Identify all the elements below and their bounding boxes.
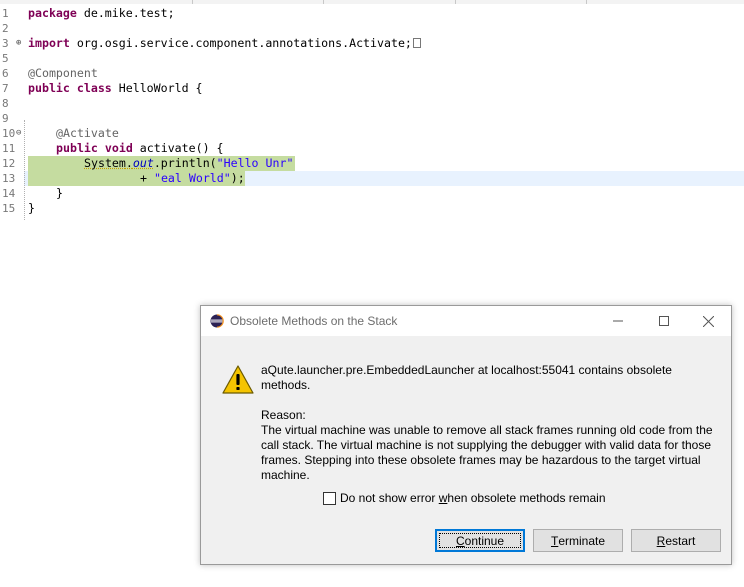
line-number: 12 xyxy=(2,157,16,170)
code-text: ); xyxy=(230,171,245,185)
line-number: 6 xyxy=(2,67,9,80)
annotation: @Activate xyxy=(56,126,119,140)
terminate-button[interactable]: Terminate xyxy=(533,529,623,552)
continue-button[interactable]: Continue xyxy=(435,529,525,552)
code-text: activate() { xyxy=(132,141,224,155)
keyword: class xyxy=(76,81,112,95)
line-number-text: 10 xyxy=(2,127,16,140)
button-mnemonic: T xyxy=(550,533,559,548)
tab-separator xyxy=(455,0,456,4)
keyword: import xyxy=(28,36,70,50)
code-line[interactable]: @Component xyxy=(28,66,98,81)
message-text: methods. xyxy=(261,378,311,392)
line-number: 13 xyxy=(2,172,16,185)
dont-show-again-label[interactable]: Do not show error when obsolete methods … xyxy=(340,491,606,506)
code-line[interactable]: System.out.println("Hello Unr" xyxy=(84,156,293,171)
code-text: } xyxy=(56,186,63,200)
button-label: erminate xyxy=(558,533,606,548)
editor-tab-strip xyxy=(0,0,744,4)
code-line[interactable]: @Activate xyxy=(56,126,119,141)
code-text: HelloWorld { xyxy=(111,81,203,95)
code-text: System xyxy=(84,156,126,170)
reason-text: frames. Stepping into these obsolete fra… xyxy=(261,453,701,467)
message-text: aQute.launcher.pre.EmbeddedLauncher at l… xyxy=(261,363,672,377)
line-number: 8 xyxy=(2,97,9,110)
obsolete-methods-dialog: Obsolete Methods on the Stack aQute.laun… xyxy=(200,305,732,565)
tab-separator xyxy=(586,0,587,4)
reason-label: Reason: xyxy=(261,408,306,422)
warning-icon xyxy=(222,365,254,394)
reason-text: call stack. The virtual machine is not s… xyxy=(261,438,712,452)
keyword: void xyxy=(104,141,133,155)
restart-button[interactable]: Restart xyxy=(631,529,721,552)
code-text: org.osgi.service.component.annotations.A… xyxy=(69,36,412,50)
reason-text: The virtual machine was unable to remove… xyxy=(261,423,713,437)
label-text: hen obsolete methods remain xyxy=(447,491,606,505)
string-literal: "Hello Unr" xyxy=(216,156,294,170)
line-number: 15 xyxy=(2,202,16,215)
code-line[interactable]: + "eal World"); xyxy=(140,171,245,186)
line-number: 5 xyxy=(2,52,9,65)
dont-show-again-option[interactable]: Do not show error when obsolete methods … xyxy=(323,491,606,506)
vertical-ruler xyxy=(24,120,25,220)
line-number: 9 xyxy=(2,112,9,125)
keyword: public xyxy=(28,81,70,95)
dont-show-again-checkbox[interactable] xyxy=(323,492,336,505)
code-text: de.mike.test; xyxy=(76,6,175,20)
dialog-titlebar[interactable]: Obsolete Methods on the Stack xyxy=(201,306,731,336)
code-line[interactable]: import org.osgi.service.component.annota… xyxy=(28,36,421,51)
minimize-icon[interactable] xyxy=(595,306,641,336)
tab-separator xyxy=(323,0,324,4)
line-number: 10 ⊖ xyxy=(2,126,24,141)
folded-imports-icon[interactable] xyxy=(412,38,421,48)
focus-ring xyxy=(439,533,521,548)
label-text: Do not show error xyxy=(340,491,439,505)
collapse-fold-icon[interactable]: ⊖ xyxy=(16,126,21,141)
reason-text: machine. xyxy=(261,468,310,482)
line-number: 2 xyxy=(2,22,9,35)
button-label: estart xyxy=(665,533,696,548)
line-number-text: 3 xyxy=(2,37,9,50)
code-line[interactable]: package de.mike.test; xyxy=(28,6,175,21)
code-line[interactable]: public void activate() { xyxy=(56,141,224,156)
code-text: .println( xyxy=(153,156,217,170)
code-line[interactable]: } xyxy=(56,186,63,201)
line-number: 14 xyxy=(2,187,16,200)
close-icon[interactable] xyxy=(685,306,731,336)
eclipse-icon xyxy=(210,314,224,328)
line-number: 1 xyxy=(2,7,9,20)
button-mnemonic: R xyxy=(656,533,666,548)
code-text: . xyxy=(125,156,133,170)
keyword: public xyxy=(56,141,98,155)
line-number-gutter: 1 2 3 ⊕ 5 6 7 8 9 10 ⊖ 11 12 13 14 15 xyxy=(0,0,24,220)
code-text: } xyxy=(28,201,35,215)
annotation: @Component xyxy=(28,66,98,80)
line-number: 3 ⊕ xyxy=(2,36,24,51)
code-line[interactable]: } xyxy=(28,201,35,216)
dialog-title: Obsolete Methods on the Stack xyxy=(230,314,398,328)
maximize-icon[interactable] xyxy=(641,306,687,336)
string-literal: "eal World" xyxy=(153,171,231,185)
code-line[interactable]: public class HelloWorld { xyxy=(28,81,203,96)
static-field: out xyxy=(132,156,154,170)
tab-separator xyxy=(192,0,193,4)
code-text: + xyxy=(140,171,154,185)
line-number: 11 xyxy=(2,142,16,155)
expand-fold-icon[interactable]: ⊕ xyxy=(16,36,21,51)
line-number: 7 xyxy=(2,82,9,95)
keyword: package xyxy=(28,6,77,20)
